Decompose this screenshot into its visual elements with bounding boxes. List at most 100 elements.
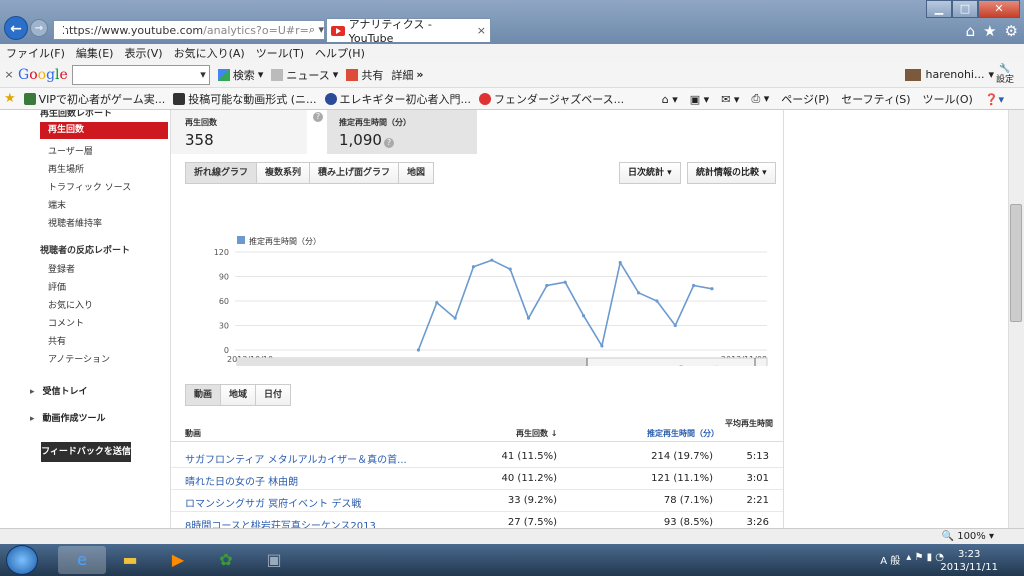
ime-indicator[interactable]: A 般: [880, 552, 900, 567]
print-icon[interactable]: ⎙ ▾: [751, 92, 769, 106]
daily-stats-dropdown[interactable]: 日次統計 ▾: [619, 162, 681, 184]
data-point: [490, 258, 494, 262]
back-button[interactable]: ←: [4, 16, 28, 40]
user-account[interactable]: harenohi... ▾: [905, 68, 994, 81]
google-search-button[interactable]: 検索 ▾: [217, 67, 263, 83]
media-player-icon[interactable]: ▶: [154, 546, 202, 574]
feeds-icon[interactable]: ▣ ▾: [690, 93, 709, 106]
start-button[interactable]: [6, 545, 38, 575]
favorite-link-2[interactable]: 投稿可能な動画形式 (ニ...: [173, 91, 317, 107]
avg-duration-cell: 3:26: [746, 517, 769, 528]
clock[interactable]: 3:23 2013/11/11: [940, 548, 998, 574]
command-bar: ⌂ ▾ ▣ ▾ ✉ ▾ ⎙ ▾ ページ(P) セーフティ(S) ツール(O) ❓…: [662, 88, 1004, 110]
close-window-button[interactable]: ✕: [978, 0, 1020, 18]
home-icon[interactable]: ⌂: [966, 22, 976, 40]
home-icon[interactable]: ⌂ ▾: [662, 93, 678, 106]
window-controls: ▁ □ ✕: [926, 0, 1020, 18]
sidebar-item-retention[interactable]: 視聴者維持率: [48, 216, 102, 229]
zoom-level[interactable]: 🔍 100% ▾: [942, 531, 994, 542]
news-button[interactable]: ニュース ▾: [271, 67, 338, 83]
compare-stats-dropdown[interactable]: 統計情報の比較 ▾: [687, 162, 776, 184]
sidebar-item-views[interactable]: 再生回数: [40, 122, 168, 139]
sidebar-item-traffic-source[interactable]: トラフィック ソース: [48, 180, 131, 193]
help-icon[interactable]: ❓▾: [985, 93, 1004, 106]
safety-menu[interactable]: セーフティ(S): [841, 91, 910, 107]
sidebar-item-subscribers[interactable]: 登録者: [48, 262, 75, 275]
menu-help[interactable]: ヘルプ(H): [315, 45, 365, 61]
views-cell: 27 (7.5%): [507, 517, 557, 528]
sidebar-item-ratings[interactable]: 評価: [48, 280, 66, 293]
tools-menu[interactable]: ツール(O): [923, 91, 973, 107]
table-row: 晴れた日の女の子 林由朗 40 (11.2%) 121 (11.1%) 3:01: [171, 468, 783, 490]
maximize-button[interactable]: □: [952, 0, 978, 18]
sidebar-item-devices[interactable]: 端末: [48, 198, 66, 211]
sidebar-item-favorites[interactable]: お気に入り: [48, 298, 93, 311]
sidebar-item-sharing[interactable]: 共有: [48, 334, 66, 347]
google-search-input[interactable]: [71, 64, 210, 85]
forward-button[interactable]: →: [30, 19, 48, 37]
favorite-link-4[interactable]: フェンダージャズベース...: [479, 91, 624, 107]
sidebar-item-annotations[interactable]: アノテーション: [48, 352, 110, 365]
minimize-button[interactable]: ▁: [926, 0, 952, 18]
data-point: [673, 323, 677, 328]
file-explorer-icon[interactable]: ▬: [106, 546, 154, 574]
video-title-link[interactable]: サガフロンティア メタルアルカイザー＆真の首...: [185, 451, 407, 466]
header-views[interactable]: 再生回数 ↓: [516, 428, 558, 439]
menu-edit[interactable]: 編集(E): [76, 45, 114, 61]
toolbar-close-icon[interactable]: ×: [0, 68, 18, 81]
settings-button[interactable]: 🔧 設定: [996, 64, 1014, 86]
watch-time-stat-card[interactable]: 推定再生時間（分） 1,090?: [327, 110, 477, 154]
favorite-link-3[interactable]: エレキギター初心者入門...: [324, 91, 471, 107]
tab-multi-series[interactable]: 複数系列: [257, 163, 311, 183]
tab-video[interactable]: 動画: [186, 385, 222, 405]
mail-icon[interactable]: ✉ ▾: [721, 93, 739, 106]
favorite-link-1[interactable]: VIPで初心者がゲーム実...: [23, 91, 165, 107]
window-switcher-icon[interactable]: ▣: [250, 546, 298, 574]
tab-stacked-area[interactable]: 積み上げ面グラフ: [310, 163, 400, 183]
internet-explorer-icon[interactable]: e: [58, 546, 106, 574]
video-title-link[interactable]: ロマンシングサガ 冥府イベント デス戦: [185, 495, 361, 510]
header-avg-duration[interactable]: 平均再生時間: [723, 418, 773, 429]
menu-file[interactable]: ファイル(F): [6, 45, 65, 61]
favorites-star-icon[interactable]: ★: [983, 22, 996, 40]
share-icon: [346, 68, 359, 81]
search-icon[interactable]: ⌕ ▾ ⟳: [309, 23, 324, 37]
help-icon[interactable]: ?: [313, 112, 323, 122]
sidebar-item-comments[interactable]: コメント: [48, 316, 84, 329]
share-button[interactable]: 共有: [346, 67, 383, 83]
app-icon[interactable]: ✿: [202, 546, 250, 574]
browser-tab[interactable]: アナリティクス - YouTube ×: [326, 18, 491, 45]
data-point: [471, 265, 476, 269]
y-tick-label: 120: [214, 248, 229, 257]
clock-time: 3:23: [957, 549, 981, 560]
watch-time-cell: 121 (11.1%): [651, 473, 713, 484]
sidebar-item-demographics[interactable]: ユーザー層: [48, 144, 93, 157]
send-feedback-button[interactable]: フィードバックを送信: [41, 442, 131, 462]
favorites-star-icon[interactable]: ★: [4, 91, 16, 106]
tab-close-icon[interactable]: ×: [477, 24, 486, 37]
address-bar[interactable]: https://www.youtube.com/analytics?o=U#r=…: [53, 20, 325, 40]
sidebar-inbox[interactable]: 受信トレイ: [30, 384, 88, 397]
detail-button[interactable]: 詳細 »: [391, 67, 423, 83]
tray-icons[interactable]: ▴ ⚑ ▮ ◔: [906, 552, 944, 567]
tab-map[interactable]: 地図: [399, 163, 434, 183]
header-watch-time[interactable]: 推定再生時間（分）: [647, 428, 719, 439]
tab-date[interactable]: 日付: [256, 385, 291, 405]
views-stat-card[interactable]: 再生回数 358: [171, 110, 307, 154]
tab-line-chart[interactable]: 折れ線グラフ: [186, 163, 258, 183]
gear-icon[interactable]: ⚙: [1005, 22, 1018, 40]
sidebar-item-playback-location[interactable]: 再生場所: [48, 162, 84, 175]
menu-view[interactable]: 表示(V): [124, 45, 162, 61]
tab-region[interactable]: 地域: [221, 385, 257, 405]
video-title-link[interactable]: 晴れた日の女の子 林由朗: [185, 473, 298, 488]
table-row: ロマンシングサガ 冥府イベント デス戦 33 (9.2%) 78 (7.1%) …: [171, 490, 783, 512]
menu-favorites[interactable]: お気に入り(A): [174, 45, 245, 61]
video-title-link[interactable]: 8時間コースと桃岩荘写真シーケンス2013: [185, 517, 376, 528]
sidebar-creation-tools[interactable]: 動画作成ツール: [30, 411, 106, 424]
menu-tools[interactable]: ツール(T): [256, 45, 304, 61]
header-video[interactable]: 動画: [185, 428, 201, 439]
scrollbar-thumb[interactable]: [1010, 204, 1022, 322]
legend-swatch: [237, 236, 245, 244]
help-icon[interactable]: ?: [383, 138, 394, 148]
page-menu[interactable]: ページ(P): [781, 91, 829, 107]
